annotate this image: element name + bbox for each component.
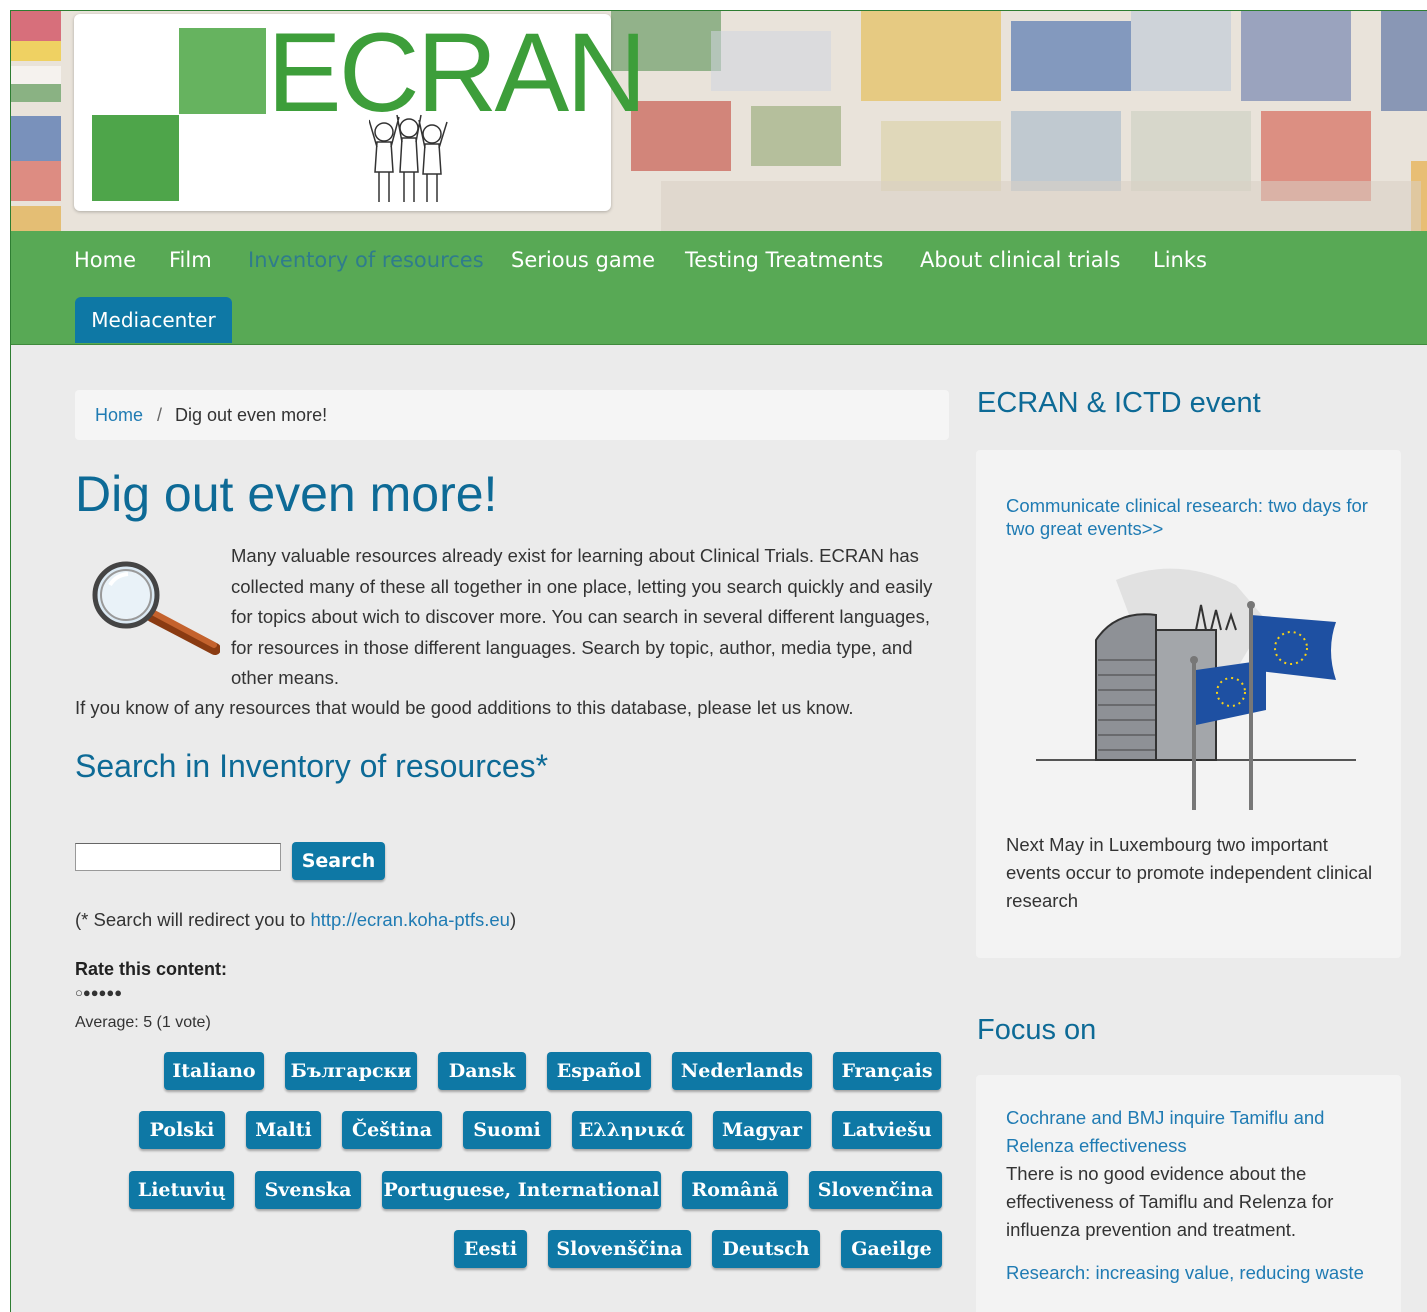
- lang-button-latviesu[interactable]: Latviešu: [832, 1111, 942, 1149]
- lang-button-slovencina[interactable]: Slovenčina: [809, 1171, 942, 1209]
- lang-button-francais[interactable]: Français: [833, 1052, 941, 1090]
- breadcrumb: Home / Dig out even more!: [75, 390, 949, 440]
- lang-button-svenska[interactable]: Svenska: [255, 1171, 361, 1209]
- lang-button-malti[interactable]: Malti: [246, 1111, 321, 1149]
- lang-button-eesti[interactable]: Eesti: [454, 1230, 527, 1268]
- breadcrumb-separator: /: [157, 405, 163, 425]
- logo-square-lower: [92, 115, 179, 201]
- event-link[interactable]: Communicate clinical research: two days …: [1006, 494, 1381, 540]
- page-frame: ECRAN Home Film Inventory of resources S…: [10, 10, 1427, 1312]
- nav-mediacenter[interactable]: Mediacenter: [75, 297, 232, 343]
- nav-inventory-of-resources[interactable]: Inventory of resources: [248, 248, 484, 272]
- logo[interactable]: ECRAN: [74, 14, 647, 211]
- koha-link[interactable]: http://ecran.koha-ptfs.eu: [310, 909, 510, 930]
- redirect-note-prefix: (* Search will redirect you to: [75, 909, 311, 930]
- lang-button-italiano[interactable]: Italiano: [164, 1052, 264, 1090]
- lang-button-cestina[interactable]: Čeština: [342, 1111, 442, 1149]
- lang-button-deutsch[interactable]: Deutsch: [712, 1230, 820, 1268]
- event-card: Communicate clinical research: two days …: [976, 450, 1401, 958]
- header-banner: ECRAN: [11, 11, 1427, 231]
- lang-button-suomi[interactable]: Suomi: [463, 1111, 551, 1149]
- search-redirect-note: (* Search will redirect you to http://ec…: [75, 909, 516, 931]
- main-nav: Home Film Inventory of resources Serious…: [11, 231, 1427, 345]
- event-heading: ECRAN & ICTD event: [977, 387, 1261, 419]
- nav-testing-treatments[interactable]: Testing Treatments: [685, 248, 883, 272]
- lang-button-polski[interactable]: Polski: [139, 1111, 225, 1149]
- lang-button-romana[interactable]: Română: [682, 1171, 788, 1209]
- lang-button-portuguese[interactable]: Portuguese, International: [382, 1171, 661, 1209]
- focus-card: Cochrane and BMJ inquire Tamiflu and Rel…: [976, 1075, 1401, 1312]
- rating-widget[interactable]: ○●●●●●: [75, 985, 122, 1000]
- lang-button-bulgarian[interactable]: Български: [285, 1052, 417, 1090]
- search-input[interactable]: [75, 843, 281, 871]
- redirect-note-suffix: ): [509, 909, 517, 930]
- search-heading: Search in Inventory of resources*: [75, 748, 549, 784]
- lang-button-magyar[interactable]: Magyar: [713, 1111, 811, 1149]
- nav-links[interactable]: Links: [1153, 248, 1207, 272]
- lang-button-lietuviu[interactable]: Lietuvių: [129, 1171, 234, 1209]
- event-description: Next May in Luxembourg two important eve…: [1006, 834, 1373, 911]
- magnifier-icon: [92, 561, 220, 655]
- rating-average: Average: 5 (1 vote): [75, 1014, 211, 1031]
- lang-button-nederlands[interactable]: Nederlands: [672, 1052, 812, 1090]
- lang-button-greek[interactable]: Ελληνικά: [572, 1111, 692, 1149]
- lang-button-dansk[interactable]: Dansk: [438, 1052, 526, 1090]
- breadcrumb-current: Dig out even more!: [175, 405, 328, 425]
- logo-square-upper: [179, 28, 266, 114]
- focus-description: There is no good evidence about the effe…: [1006, 1163, 1334, 1240]
- focus-heading: Focus on: [977, 1014, 1097, 1046]
- rating-label: Rate this content:: [75, 959, 228, 979]
- search-button[interactable]: Search: [292, 842, 385, 880]
- lang-button-slovenscina[interactable]: Slovenščina: [548, 1230, 691, 1268]
- children-drawing-icon: [369, 114, 448, 202]
- intro-paragraph: Many valuable resources already exist fo…: [231, 545, 933, 688]
- nav-film[interactable]: Film: [169, 248, 212, 272]
- focus-link-research[interactable]: Research: increasing value, reducing was…: [1006, 1259, 1381, 1287]
- breadcrumb-home-link[interactable]: Home: [95, 390, 143, 440]
- intro-note: If you know of any resources that would …: [75, 697, 854, 718]
- nav-home[interactable]: Home: [74, 248, 136, 272]
- focus-link-tamiflu[interactable]: Cochrane and BMJ inquire Tamiflu and Rel…: [1006, 1104, 1381, 1160]
- nav-about-clinical-trials[interactable]: About clinical trials: [920, 248, 1120, 272]
- logo-text: ECRAN: [267, 11, 647, 135]
- page-title: Dig out even more!: [75, 466, 498, 522]
- nav-serious-game[interactable]: Serious game: [511, 248, 655, 272]
- lang-button-gaeilge[interactable]: Gaeilge: [841, 1230, 942, 1268]
- lang-button-espanol[interactable]: Español: [547, 1052, 651, 1090]
- eu-parliament-illustration[interactable]: [1026, 560, 1366, 820]
